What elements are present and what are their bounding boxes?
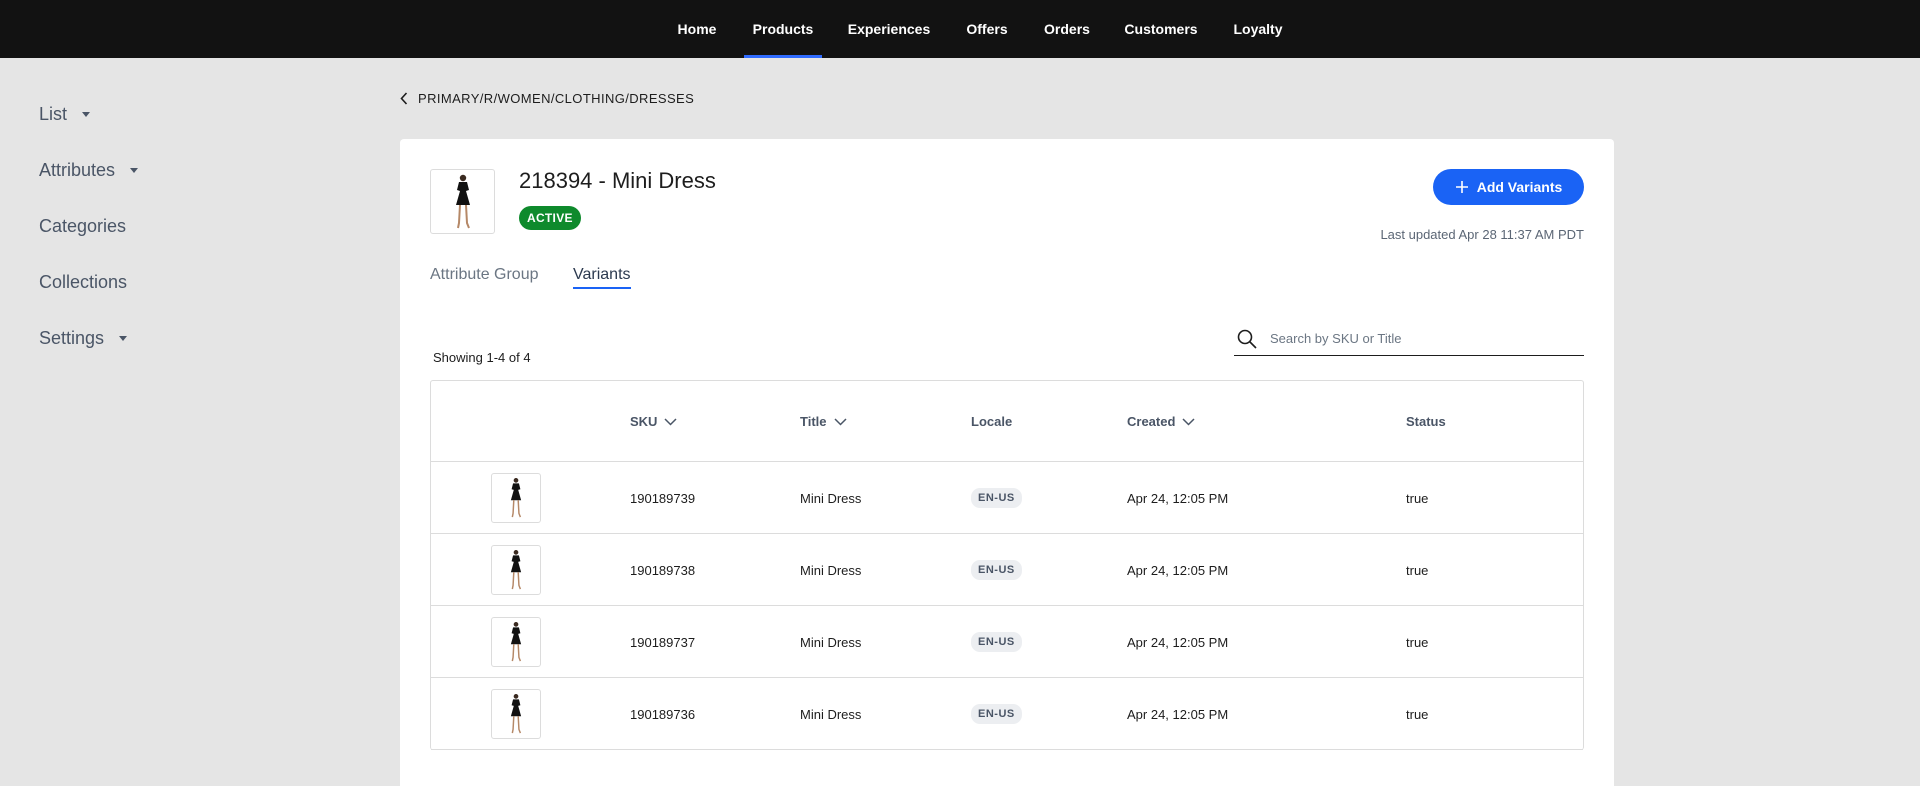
locale-badge: EN-US: [971, 704, 1022, 724]
column-header-locale: Locale: [971, 381, 1012, 462]
cell-sku: 190189739: [630, 490, 696, 506]
sidebar-item-collections[interactable]: Collections: [39, 272, 127, 293]
status-badge: ACTIVE: [519, 206, 581, 230]
locale-badge: EN-US: [971, 488, 1022, 508]
cell-sku: 190189736: [630, 706, 696, 722]
dress-image: [510, 550, 522, 590]
cell-status: true: [1406, 706, 1429, 722]
nav-item-orders[interactable]: Orders: [1040, 0, 1094, 58]
cell-created: Apr 24, 12:05 PM: [1127, 706, 1229, 722]
search-input[interactable]: [1270, 331, 1570, 346]
chevron-down-icon: [833, 417, 847, 426]
dress-image: [510, 478, 522, 518]
top-nav: Home Products Experiences Offers Orders …: [0, 0, 1920, 58]
cell-sku: 190189737: [630, 634, 696, 650]
sidebar-item-label: Attributes: [39, 160, 116, 180]
sidebar-item-label: Categories: [39, 216, 127, 236]
table-row[interactable]: 190189737 Mini Dress EN-US Apr 24, 12:05…: [431, 606, 1583, 678]
table-header: SKU Title Locale Created Status: [431, 381, 1583, 462]
locale-badge: EN-US: [971, 632, 1022, 652]
cell-title: Mini Dress: [800, 706, 862, 722]
caret-down-icon: [130, 168, 139, 173]
column-header-title[interactable]: Title: [800, 381, 847, 462]
cell-title: Mini Dress: [800, 490, 862, 506]
cell-title: Mini Dress: [800, 634, 862, 650]
chevron-down-icon: [1182, 417, 1195, 426]
sidebar-item-attributes[interactable]: Attributes: [39, 160, 139, 181]
cell-locale: EN-US: [971, 678, 1022, 750]
dress-image: [455, 174, 470, 228]
sidebar-item-label: Collections: [39, 272, 128, 292]
plus-icon: [1455, 181, 1468, 193]
cell-created: Apr 24, 12:05 PM: [1127, 490, 1229, 506]
cell-created: Apr 24, 12:05 PM: [1127, 562, 1229, 578]
column-header-status: Status: [1406, 381, 1446, 462]
cell-title: Mini Dress: [800, 562, 862, 578]
tab-attribute-group[interactable]: Attribute Group: [430, 266, 539, 287]
cell-locale: EN-US: [971, 462, 1022, 534]
add-variants-label: Add Variants: [1476, 179, 1563, 195]
sidebar-item-label: Settings: [39, 328, 105, 348]
chevron-down-icon: [664, 417, 677, 426]
column-header-created[interactable]: Created: [1127, 381, 1195, 462]
nav-item-experiences[interactable]: Experiences: [845, 0, 933, 58]
nav-item-customers[interactable]: Customers: [1122, 0, 1200, 58]
column-label: Created: [1127, 414, 1176, 429]
dress-image: [510, 622, 522, 662]
breadcrumb[interactable]: PRIMARY/R/WOMEN/CLOTHING/DRESSES: [400, 90, 694, 106]
table-row[interactable]: 190189736 Mini Dress EN-US Apr 24, 12:05…: [431, 678, 1583, 750]
locale-badge: EN-US: [971, 560, 1022, 580]
sidebar-item-list[interactable]: List: [39, 104, 91, 125]
column-label: Title: [800, 414, 827, 429]
variants-table: SKU Title Locale Created Status 19018973…: [430, 380, 1584, 750]
cell-locale: EN-US: [971, 606, 1022, 678]
breadcrumb-path: PRIMARY/R/WOMEN/CLOTHING/DRESSES: [418, 90, 695, 106]
cell-status: true: [1406, 562, 1429, 578]
table-row[interactable]: 190189738 Mini Dress EN-US Apr 24, 12:05…: [431, 534, 1583, 606]
search-icon[interactable]: [1236, 328, 1258, 350]
search-bar: [1234, 322, 1584, 356]
cell-status: true: [1406, 634, 1429, 650]
nav-item-home[interactable]: Home: [671, 0, 723, 58]
caret-down-icon: [82, 112, 91, 117]
sidebar-item-label: List: [39, 104, 68, 124]
nav-item-loyalty[interactable]: Loyalty: [1230, 0, 1286, 58]
caret-down-icon: [119, 336, 128, 341]
cell-sku: 190189738: [630, 562, 696, 578]
variant-thumbnail: [491, 617, 541, 667]
table-row[interactable]: 190189739 Mini Dress EN-US Apr 24, 12:05…: [431, 462, 1583, 534]
last-updated: Last updated Apr 28 11:37 AM PDT: [1380, 227, 1584, 242]
variant-thumbnail: [491, 545, 541, 595]
sidebar-item-categories[interactable]: Categories: [39, 216, 126, 237]
add-variants-button[interactable]: Add Variants: [1433, 169, 1584, 205]
tab-variants[interactable]: Variants: [573, 266, 631, 289]
variant-thumbnail: [491, 689, 541, 739]
product-title: 218394 - Mini Dress: [519, 168, 716, 193]
nav-item-offers[interactable]: Offers: [962, 0, 1012, 58]
cell-status: true: [1406, 490, 1429, 506]
product-thumbnail: [430, 169, 495, 234]
results-count: Showing 1-4 of 4: [433, 350, 531, 365]
product-card: 218394 - Mini Dress ACTIVE Add Variants …: [400, 139, 1614, 786]
cell-locale: EN-US: [971, 534, 1022, 606]
chevron-left-icon: [400, 91, 408, 105]
cell-created: Apr 24, 12:05 PM: [1127, 634, 1229, 650]
column-header-sku[interactable]: SKU: [630, 381, 677, 462]
dress-image: [510, 694, 522, 734]
sidebar-item-settings[interactable]: Settings: [39, 328, 128, 349]
column-label: Locale: [971, 414, 1013, 429]
column-label: SKU: [630, 414, 658, 429]
variant-thumbnail: [491, 473, 541, 523]
column-label: Status: [1406, 414, 1446, 429]
nav-item-products[interactable]: Products: [744, 0, 822, 58]
